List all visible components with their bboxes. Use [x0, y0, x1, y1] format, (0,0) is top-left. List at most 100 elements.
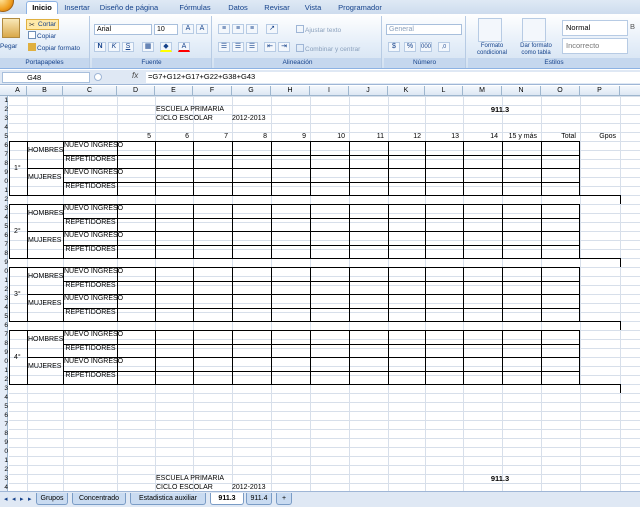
age-header-cell[interactable]: 7	[191, 132, 228, 141]
align-bottom-button[interactable]: ≡	[246, 24, 259, 34]
copy-button[interactable]: Copiar	[28, 31, 56, 41]
fx-icon[interactable]: fx	[132, 71, 138, 80]
increase-decimal-button[interactable]: ,0	[438, 42, 451, 52]
font-shrink-button[interactable]: A	[196, 24, 209, 34]
row-header[interactable]: 6	[0, 321, 8, 330]
school-title-cell[interactable]: ESCUELA PRIMARIA	[156, 105, 224, 114]
grade-label-cell[interactable]: 2°	[14, 227, 21, 236]
age-header-cell[interactable]: 6	[153, 132, 189, 141]
percent-button[interactable]: %	[404, 42, 417, 52]
column-header-c[interactable]: C	[63, 86, 117, 96]
merge-center-button[interactable]: Combinar y centrar	[296, 44, 360, 54]
nuevo-ingreso-cell[interactable]: NUEVO INGRESO	[64, 357, 123, 366]
row-header[interactable]: 1	[0, 366, 8, 375]
column-header-m[interactable]: M	[463, 86, 502, 96]
row-header[interactable]: 4	[0, 123, 8, 132]
worksheet-grid[interactable]: ABCDEFGHIJKLMNOP 12345678901234567890123…	[0, 86, 640, 491]
column-header-e[interactable]: E	[155, 86, 193, 96]
row-header[interactable]: 0	[0, 357, 8, 366]
font-grow-button[interactable]: A	[182, 24, 195, 34]
age-header-cell[interactable]: Gpos	[578, 132, 616, 141]
nuevo-ingreso-cell[interactable]: NUEVO INGRESO	[64, 204, 123, 213]
table-format-button[interactable]: Dar formato como tabla	[516, 43, 556, 57]
sheet-tab-911-3[interactable]: 911.3	[210, 493, 244, 505]
number-format-combo[interactable]: General	[386, 24, 462, 35]
sheet-tab-grupos[interactable]: Grupos	[36, 493, 68, 505]
age-header-cell[interactable]: 8	[230, 132, 267, 141]
row-header[interactable]: 3	[0, 294, 8, 303]
hombres-label-cell[interactable]: HOMBRES	[28, 272, 63, 281]
sheet-code-cell-2[interactable]: 911.3	[480, 474, 520, 483]
row-header[interactable]: 5	[0, 132, 8, 141]
column-header-g[interactable]: G	[232, 86, 271, 96]
currency-button[interactable]: $	[388, 42, 401, 52]
cut-button[interactable]: ✂ Cortar	[26, 19, 60, 30]
row-header[interactable]: 0	[0, 177, 8, 186]
row-header[interactable]: 7	[0, 330, 8, 339]
repetidores-cell[interactable]: REPETIDORES	[64, 182, 117, 191]
italic-button[interactable]: K	[108, 42, 121, 52]
paste-icon[interactable]	[2, 18, 20, 38]
repetidores-cell[interactable]: REPETIDORES	[64, 218, 117, 227]
sheet-code-cell[interactable]: 911.3	[480, 105, 520, 114]
row-header[interactable]: 0	[0, 447, 8, 456]
row-header[interactable]: 5	[0, 402, 8, 411]
row-header[interactable]: 6	[0, 141, 8, 150]
style-bueno[interactable]: B	[630, 20, 640, 36]
cycle-label-cell[interactable]: CICLO ESCOLAR	[156, 114, 213, 123]
repetidores-cell[interactable]: REPETIDORES	[64, 308, 117, 317]
wrap-text-button[interactable]: Ajustar texto	[296, 25, 341, 35]
row-header[interactable]: 0	[0, 267, 8, 276]
row-header[interactable]: 2	[0, 195, 8, 204]
thousands-button[interactable]: 000	[420, 42, 433, 52]
grade-label-cell[interactable]: 3°	[14, 290, 21, 299]
age-header-cell[interactable]: 13	[423, 132, 459, 141]
repetidores-cell[interactable]: REPETIDORES	[64, 344, 117, 353]
row-header[interactable]: 8	[0, 339, 8, 348]
tab-inicio[interactable]: Inicio	[26, 1, 58, 15]
row-header[interactable]: 3	[0, 384, 8, 393]
tab-datos[interactable]: Datos	[226, 2, 250, 14]
align-right-button[interactable]: ☰	[246, 42, 259, 52]
mujeres-label-cell[interactable]: MUJERES	[28, 236, 61, 245]
column-header-j[interactable]: J	[349, 86, 388, 96]
row-header[interactable]: 6	[0, 411, 8, 420]
row-header[interactable]: 1	[0, 456, 8, 465]
row-header[interactable]: 4	[0, 213, 8, 222]
row-header[interactable]: 7	[0, 420, 8, 429]
conditional-format-button[interactable]: Formato condicional	[472, 43, 512, 57]
grade-label-cell[interactable]: 4°	[14, 353, 21, 362]
age-header-cell[interactable]: 11	[347, 132, 384, 141]
row-header[interactable]: 9	[0, 258, 8, 267]
prev-sheet-icon[interactable]: ◂	[12, 495, 16, 503]
table-format-icon[interactable]	[522, 18, 546, 42]
row-header[interactable]: 8	[0, 429, 8, 438]
increase-indent-button[interactable]: ⇥	[278, 42, 291, 52]
name-box-dropdown-icon[interactable]	[94, 73, 102, 81]
row-header[interactable]: 5	[0, 222, 8, 231]
next-sheet-icon[interactable]: ▸	[20, 495, 24, 503]
column-header-a[interactable]: A	[9, 86, 27, 96]
sheet-tab-estadistica-auxiliar[interactable]: Estadistica auxiliar	[130, 493, 206, 505]
row-header[interactable]: 2	[0, 105, 8, 114]
school-title-cell-2[interactable]: ESCUELA PRIMARIA	[156, 474, 224, 483]
column-header-l[interactable]: L	[425, 86, 463, 96]
row-header[interactable]: 3	[0, 474, 8, 483]
paste-button[interactable]: Pegar	[0, 42, 17, 51]
mujeres-label-cell[interactable]: MUJERES	[28, 173, 61, 182]
style-incorrecto[interactable]: Incorrecto	[562, 38, 628, 54]
cycle-value-cell-2[interactable]: 2012-2013	[232, 483, 265, 491]
font-color-button[interactable]: A	[178, 42, 191, 52]
underline-button[interactable]: S	[122, 42, 135, 52]
tab-revisar[interactable]: Revisar	[262, 2, 292, 14]
column-header-f[interactable]: F	[193, 86, 232, 96]
font-size-combo[interactable]: 10	[154, 24, 178, 35]
grade-label-cell[interactable]: 1°	[14, 164, 21, 173]
column-header-n[interactable]: N	[502, 86, 541, 96]
align-middle-button[interactable]: ≡	[232, 24, 245, 34]
row-header[interactable]: 7	[0, 240, 8, 249]
name-box[interactable]: G48	[2, 72, 90, 83]
cycle-label-cell-2[interactable]: CICLO ESCOLAR	[156, 483, 213, 491]
row-header[interactable]: 3	[0, 114, 8, 123]
font-name-combo[interactable]: Arial	[94, 24, 152, 35]
